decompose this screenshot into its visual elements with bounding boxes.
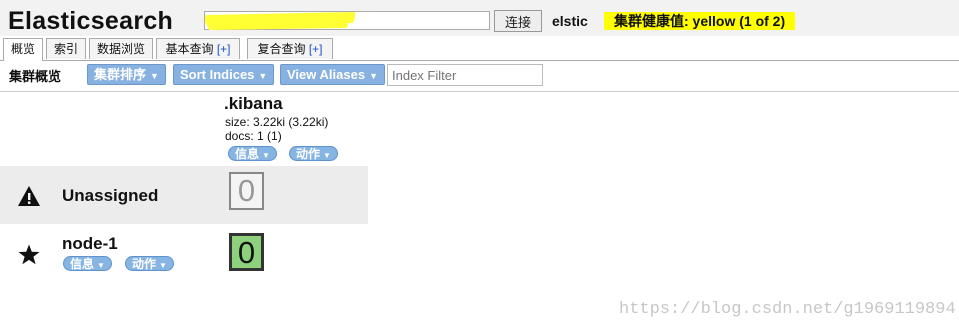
caret-down-icon: ▼ bbox=[369, 71, 378, 81]
caret-down-icon: ▼ bbox=[159, 261, 167, 270]
tab-label: 索引 bbox=[53, 42, 78, 56]
sort-indices-button[interactable]: Sort Indices ▼ bbox=[173, 64, 275, 85]
index-action-button[interactable]: 动作 ▼ bbox=[289, 146, 338, 161]
index-docs: docs: 1 (1) bbox=[225, 129, 282, 143]
cluster-name: elstic bbox=[552, 13, 588, 29]
tab-indices[interactable]: 索引 bbox=[46, 38, 86, 59]
caret-down-icon: ▼ bbox=[97, 261, 105, 270]
button-label: 动作 bbox=[296, 147, 321, 161]
button-label: 集群排序 bbox=[94, 67, 147, 82]
tab-plus: [+] bbox=[216, 42, 231, 56]
caret-down-icon: ▼ bbox=[262, 151, 270, 160]
node-action-button[interactable]: 动作 ▼ bbox=[125, 256, 174, 271]
started-shard[interactable]: 0 bbox=[229, 233, 264, 271]
unassigned-label: Unassigned bbox=[62, 186, 159, 205]
tab-basic-query[interactable]: 基本查询 [+] bbox=[156, 38, 240, 59]
tab-compound-query[interactable]: 复合查询 [+] bbox=[247, 38, 333, 59]
divider bbox=[0, 91, 959, 92]
node-name: node-1 bbox=[62, 234, 118, 253]
unassigned-shard[interactable]: 0 bbox=[229, 172, 264, 210]
cluster-health-badge: 集群健康值: yellow (1 of 2) bbox=[604, 12, 796, 30]
watermark: https://blog.csdn.net/g1969119894 bbox=[619, 300, 956, 319]
tab-browser[interactable]: 数据浏览 bbox=[89, 38, 153, 59]
button-label: 信息 bbox=[70, 257, 95, 271]
header-bar: Elasticsearch 连接 elstic 集群健康值: yellow (1… bbox=[0, 0, 959, 36]
unassigned-row: Unassigned bbox=[0, 166, 368, 224]
index-filter-input[interactable] bbox=[387, 64, 543, 86]
star-icon bbox=[18, 244, 40, 265]
app-title: Elasticsearch bbox=[8, 7, 174, 35]
tab-label: 复合查询 bbox=[257, 42, 306, 56]
view-aliases-button[interactable]: View Aliases ▼ bbox=[280, 64, 385, 85]
button-label: 信息 bbox=[235, 147, 260, 161]
warning-icon bbox=[18, 186, 40, 206]
caret-down-icon: ▼ bbox=[150, 71, 159, 81]
overview-toolbar: 集群概览 集群排序 ▼ Sort Indices ▼ View Aliases ▼ bbox=[0, 62, 959, 88]
button-label: Sort Indices bbox=[180, 67, 255, 82]
connect-button[interactable]: 连接 bbox=[494, 10, 542, 32]
button-label: 动作 bbox=[132, 257, 157, 271]
tab-plus: [+] bbox=[308, 42, 323, 56]
tab-label: 数据浏览 bbox=[96, 42, 145, 56]
tab-label: 概览 bbox=[10, 42, 35, 56]
node-info-button[interactable]: 信息 ▼ bbox=[63, 256, 112, 271]
index-name: .kibana bbox=[224, 94, 283, 113]
toolbar-title: 集群概览 bbox=[9, 69, 62, 84]
index-size: size: 3.22ki (3.22ki) bbox=[225, 115, 329, 129]
button-label: View Aliases bbox=[287, 67, 366, 82]
caret-down-icon: ▼ bbox=[323, 151, 331, 160]
tab-bar: 概览 索引 数据浏览 基本查询 [+] 复合查询 [+] bbox=[0, 38, 959, 61]
tab-overview[interactable]: 概览 bbox=[3, 38, 43, 61]
cluster-url-input[interactable] bbox=[204, 11, 490, 30]
sort-cluster-button[interactable]: 集群排序 ▼ bbox=[87, 64, 166, 85]
index-info-button[interactable]: 信息 ▼ bbox=[228, 146, 277, 161]
caret-down-icon: ▼ bbox=[258, 71, 268, 81]
tab-label: 基本查询 bbox=[165, 42, 214, 56]
